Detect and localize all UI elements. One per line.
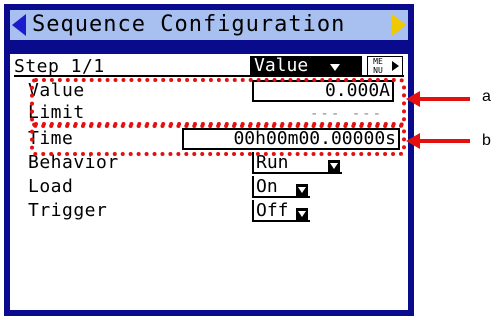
arrow-a-head-icon [406,91,420,107]
device-screen: Sequence Configuration Step 1/1 Value ME… [4,4,414,316]
value-tab[interactable]: Value [250,55,362,76]
tab-dropdown-icon [330,64,340,71]
menu-arrow-icon [392,61,399,71]
load-dropdown[interactable]: On [252,176,310,198]
chevron-down-icon [328,160,340,172]
annotation-box-b [30,122,406,156]
menu-button[interactable]: ME NU [367,56,403,76]
trigger-dropdown[interactable]: Off [252,200,310,222]
previous-arrow-icon[interactable] [12,14,26,36]
arrow-a-line [418,97,470,101]
callout-b: b [482,132,491,149]
value-tab-label: Value [254,55,309,76]
trigger-label: Trigger [28,200,108,221]
trigger-value: Off [256,200,289,221]
menu-label: ME NU [373,57,383,75]
step-label: Step 1/1 [14,56,105,77]
next-arrow-icon[interactable] [392,14,406,36]
title-bar: Sequence Configuration [10,10,408,40]
arrow-b-line [418,139,470,143]
load-label: Load [28,176,74,197]
chevron-down-icon [296,184,308,196]
callout-a: a [482,88,491,105]
arrow-b-head-icon [406,133,420,149]
screen-title: Sequence Configuration [32,12,346,37]
chevron-down-icon [296,208,308,220]
load-value: On [256,176,278,197]
annotation-box-a [30,78,406,128]
